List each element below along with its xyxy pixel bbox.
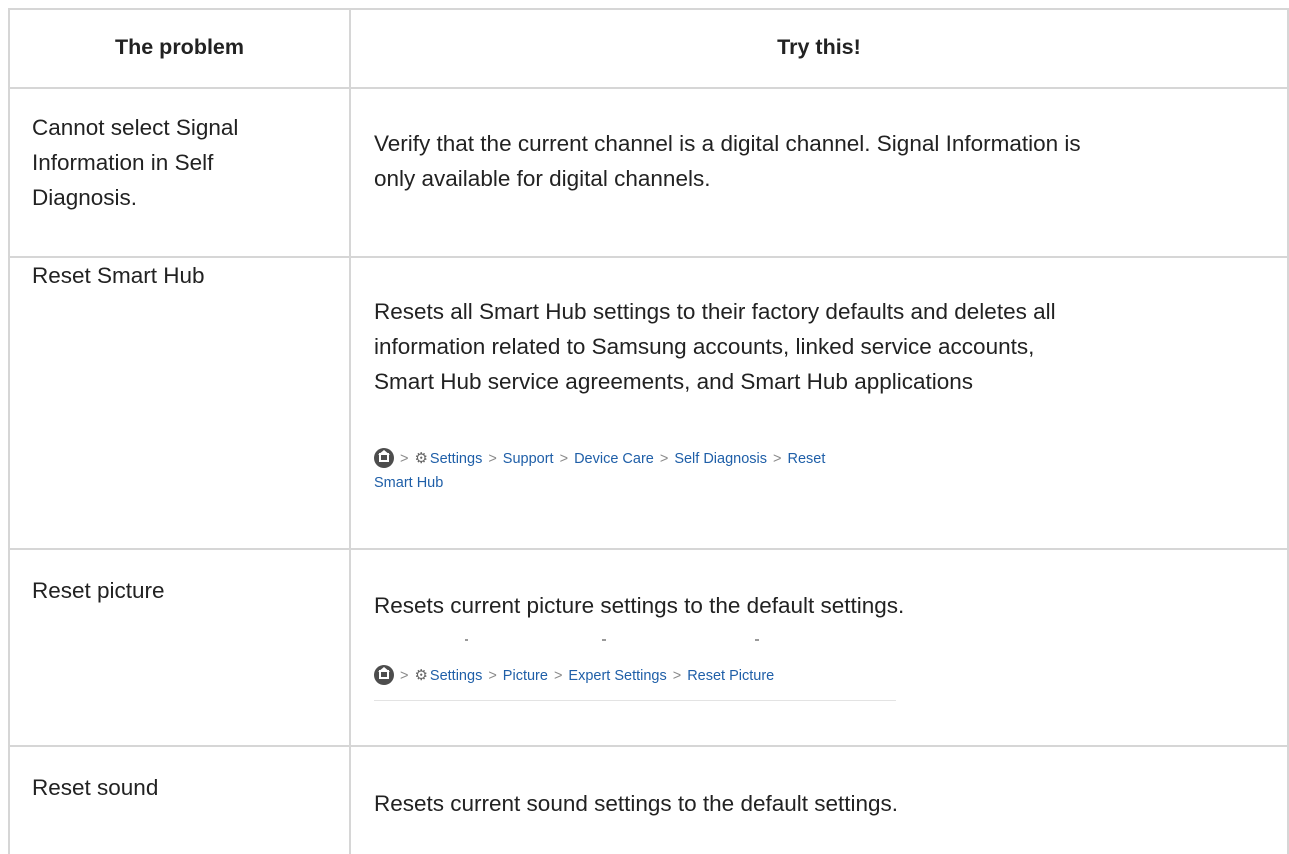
- table-border-left: [8, 8, 10, 854]
- scan-artifact: [465, 639, 468, 641]
- column-divider: [349, 8, 351, 854]
- problem-line: Diagnosis.: [32, 185, 138, 210]
- path-item-support[interactable]: Support: [503, 451, 554, 467]
- path-item-settings[interactable]: Settings: [430, 451, 482, 467]
- header-solution: Try this!: [777, 35, 861, 59]
- path-item-settings[interactable]: Settings: [430, 668, 482, 684]
- problem-line: Cannot select Signal: [32, 115, 239, 140]
- row-solution: Resets current sound settings to the def…: [374, 786, 1274, 821]
- path-separator: >: [400, 668, 409, 684]
- path-item-self-diagnosis[interactable]: Self Diagnosis: [674, 451, 767, 467]
- scan-artifact: [755, 639, 759, 641]
- troubleshooting-table: The problem Try this! Cannot select Sign…: [8, 8, 1289, 854]
- problem-line: Reset sound: [32, 775, 159, 800]
- row-solution: Resets current picture settings to the d…: [374, 588, 1274, 623]
- row-problem: Reset picture: [32, 573, 332, 608]
- row-problem: Reset sound: [32, 770, 332, 805]
- home-icon: [374, 448, 394, 468]
- path-item-smart-hub[interactable]: Smart Hub: [374, 471, 974, 495]
- path-separator: >: [400, 451, 409, 467]
- scan-artifact: [602, 639, 606, 641]
- table-border-top: [8, 8, 1289, 10]
- row-solution: Resets all Smart Hub settings to their f…: [374, 294, 1274, 399]
- row-problem: Cannot select Signal Information in Self…: [32, 110, 332, 215]
- path-item-picture[interactable]: Picture: [503, 668, 548, 684]
- path-separator: >: [559, 451, 569, 467]
- solution-line: information related to Samsung accounts,…: [374, 334, 1035, 359]
- path-item-device-care[interactable]: Device Care: [574, 451, 654, 467]
- path-item-reset[interactable]: Reset: [787, 451, 825, 467]
- row-divider: [8, 87, 1289, 89]
- path-separator: >: [773, 451, 782, 467]
- menu-path-reset-picture: > ⚙ Settings > Picture > Expert Settings > Reset…: [374, 664, 974, 688]
- path-separator: >: [672, 668, 682, 684]
- path-item-expert-settings[interactable]: Expert Settings: [568, 668, 666, 684]
- path-item-reset-picture[interactable]: Reset Picture: [687, 668, 774, 684]
- solution-line: Resets all Smart Hub settings to their f…: [374, 299, 1056, 324]
- solution-line: only available for digital channels.: [374, 166, 711, 191]
- problem-line: Reset picture: [32, 578, 165, 603]
- row-divider: [8, 745, 1289, 747]
- solution-line: Resets current sound settings to the def…: [374, 791, 899, 816]
- path-underline: [374, 700, 896, 701]
- row-problem: Reset Smart Hub: [32, 258, 332, 293]
- path-separator: >: [488, 668, 497, 684]
- path-separator: >: [659, 451, 669, 467]
- row-divider: [8, 548, 1289, 550]
- path-separator: >: [488, 451, 497, 467]
- menu-path-reset-smart-hub: > ⚙ Settings > Support > Device Care > Self Diag…: [374, 447, 974, 495]
- solution-line: Verify that the current channel is a dig…: [374, 131, 1081, 156]
- gear-icon: ⚙: [414, 450, 428, 467]
- solution-line: Resets current picture settings to the d…: [374, 593, 905, 618]
- gear-icon: ⚙: [414, 667, 428, 684]
- path-separator: >: [553, 668, 563, 684]
- home-icon: [374, 665, 394, 685]
- row-solution: Verify that the current channel is a dig…: [374, 126, 1274, 196]
- header-problem: The problem: [114, 35, 244, 59]
- solution-line: Smart Hub service agreements, and Smart …: [374, 369, 974, 394]
- problem-line: Information in Self: [32, 150, 214, 175]
- problem-line: Reset Smart Hub: [32, 263, 205, 288]
